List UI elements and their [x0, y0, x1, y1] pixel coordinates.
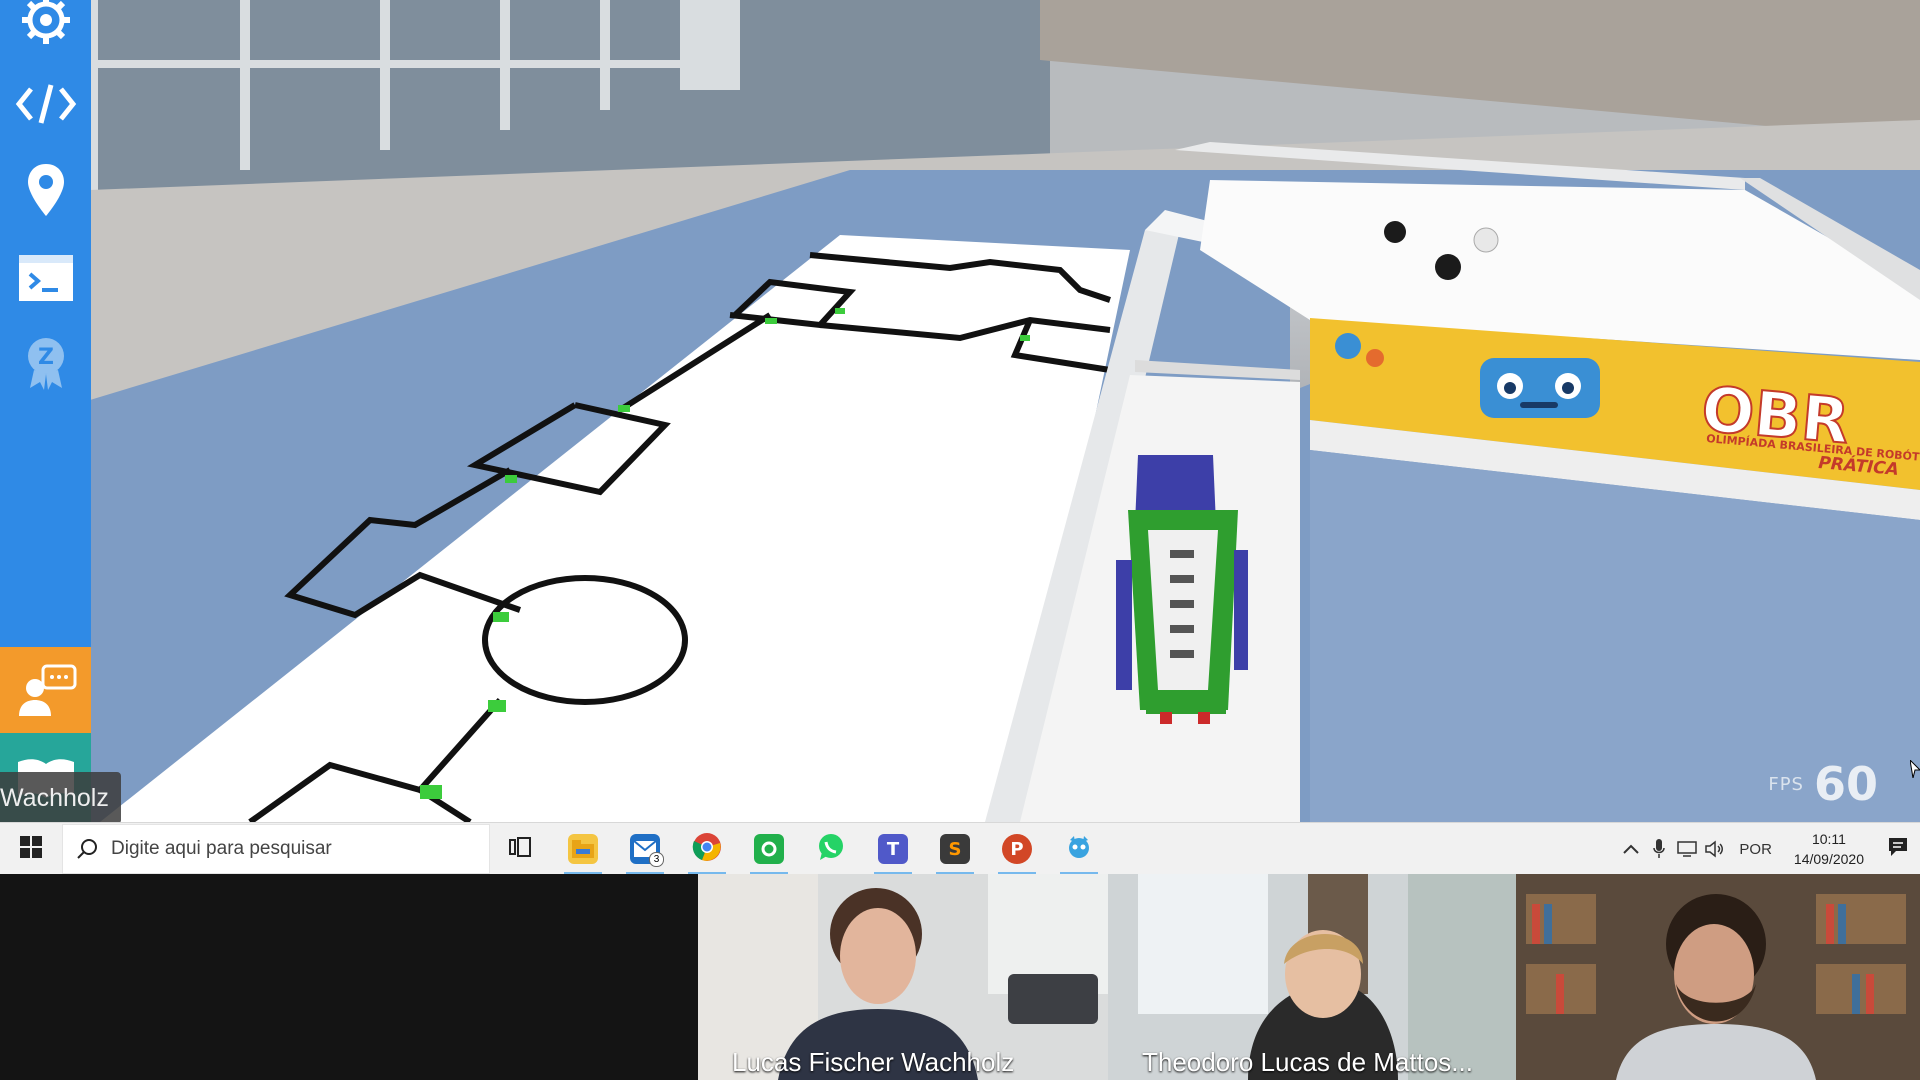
video-participants-row: Lucas Fischer Wachholz Theodoro Lucas de… — [0, 874, 1920, 1080]
fps-counter: FPS 60 — [1768, 757, 1878, 811]
svg-text:Z: Z — [38, 345, 54, 370]
sidebar-settings[interactable] — [0, 0, 91, 60]
map-pin-icon — [26, 162, 66, 218]
fps-label: FPS — [1768, 773, 1804, 795]
sublime-icon: S — [940, 834, 970, 864]
blue-app-icon — [1066, 834, 1092, 865]
windows-logo-icon — [20, 835, 42, 863]
gear-icon — [20, 0, 72, 46]
mail-badge: 3 — [649, 852, 664, 867]
action-center-button[interactable] — [1876, 823, 1920, 875]
powerpoint-icon: P — [1002, 834, 1032, 864]
taskbar-search-box[interactable]: Digite aqui para pesquisar — [62, 824, 490, 874]
mouse-cursor-icon — [1909, 758, 1920, 779]
video-tile-participant-2[interactable]: Theodoro Lucas de Mattos... — [1108, 874, 1516, 1080]
fps-value: 60 — [1813, 757, 1878, 811]
sidebar-terminal[interactable] — [0, 238, 91, 318]
file-explorer-icon — [568, 834, 598, 864]
participant-name: Theodoro Lucas de Mattos... — [1142, 1047, 1473, 1077]
taskbar-task-view[interactable] — [490, 823, 552, 875]
notification-icon — [1888, 837, 1908, 862]
teams-icon: T — [878, 834, 908, 864]
search-icon — [63, 838, 111, 860]
participant-name: Lucas Fischer Wachholz — [732, 1047, 1015, 1077]
system-tray: POR 10:11 14/09/2020 — [1617, 823, 1920, 875]
start-button[interactable] — [0, 823, 62, 875]
search-placeholder: Digite aqui para pesquisar — [111, 838, 332, 859]
speaker-name-tooltip: Wachholz — [0, 772, 121, 822]
task-view-icon — [509, 836, 533, 863]
badge-icon: Z — [24, 334, 68, 390]
video-tile-participant-3[interactable] — [1516, 874, 1920, 1080]
sidebar-location[interactable] — [0, 150, 91, 230]
taskbar-teams[interactable]: T — [862, 823, 924, 875]
taskbar-blue-app[interactable] — [1048, 823, 1110, 875]
taskbar-sublime[interactable]: S — [924, 823, 986, 875]
clock-time: 10:11 — [1811, 831, 1846, 847]
sidebar: Z — [0, 0, 91, 822]
chevron-up-icon[interactable] — [1617, 823, 1645, 875]
taskbar-green-app[interactable] — [738, 823, 800, 875]
help-chat-icon — [15, 662, 77, 718]
simulation-viewport[interactable]: OBR OLIMPÍADA BRASILEIRA DE ROBÓTICA PRÁ… — [0, 0, 1920, 822]
code-icon — [15, 81, 77, 127]
taskbar-whatsapp[interactable] — [800, 823, 862, 875]
network-icon[interactable] — [1673, 823, 1701, 875]
taskbar-powerpoint[interactable]: P — [986, 823, 1048, 875]
volume-icon[interactable] — [1701, 823, 1729, 875]
taskbar-file-explorer[interactable] — [552, 823, 614, 875]
taskbar-chrome[interactable] — [676, 823, 738, 875]
terminal-icon — [18, 254, 74, 302]
sidebar-achievements[interactable]: Z — [0, 322, 91, 402]
chrome-icon — [692, 832, 722, 867]
windows-taskbar: Digite aqui para pesquisar 3 T S P POR 1… — [0, 822, 1920, 875]
green-app-icon — [754, 834, 784, 864]
clock-date: 14/09/2020 — [1793, 851, 1864, 867]
sidebar-code[interactable] — [0, 64, 91, 144]
participant-video — [1516, 874, 1920, 1080]
video-tile-empty — [0, 874, 698, 1080]
sidebar-help-chat[interactable] — [0, 647, 91, 733]
video-tile-participant-1[interactable]: Lucas Fischer Wachholz — [698, 874, 1108, 1080]
clock[interactable]: 10:11 14/09/2020 — [1782, 829, 1876, 869]
input-language[interactable]: POR — [1729, 841, 1782, 858]
microphone-icon[interactable] — [1645, 823, 1673, 875]
taskbar-mail[interactable]: 3 — [614, 823, 676, 875]
3d-scene: OBR OLIMPÍADA BRASILEIRA DE ROBÓTICA PRÁ… — [0, 0, 1920, 822]
whatsapp-icon — [817, 833, 845, 866]
